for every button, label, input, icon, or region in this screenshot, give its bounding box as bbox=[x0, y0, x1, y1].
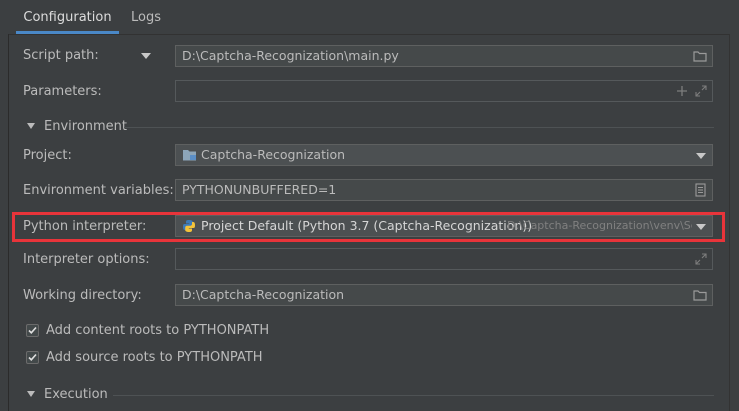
tab-logs[interactable]: Logs bbox=[126, 0, 166, 34]
tab-bar: Configuration Logs bbox=[0, 0, 739, 35]
checkmark-icon bbox=[28, 326, 37, 334]
tab-configuration[interactable]: Configuration bbox=[16, 0, 119, 34]
interpreter-options-field[interactable] bbox=[175, 248, 713, 270]
highlight-box bbox=[12, 212, 725, 242]
left-edge-panel bbox=[0, 34, 9, 411]
env-vars-label: Environment variables: bbox=[23, 183, 174, 198]
parameters-label: Parameters: bbox=[23, 84, 102, 99]
chevron-down-icon[interactable] bbox=[696, 153, 706, 159]
source-roots-label[interactable]: Add source roots to PYTHONPATH bbox=[46, 350, 263, 365]
execution-header-text: Execution bbox=[44, 387, 108, 402]
working-directory-value: D:\Captcha-Recognization bbox=[182, 287, 345, 302]
environment-section-header[interactable]: Environment bbox=[27, 119, 127, 134]
script-path-label: Script path: bbox=[23, 48, 99, 63]
working-directory-field[interactable]: D:\Captcha-Recognization bbox=[175, 284, 713, 306]
script-path-value: D:\Captcha-Recognization\main.py bbox=[182, 48, 399, 63]
env-vars-value: PYTHONUNBUFFERED=1 bbox=[182, 182, 337, 197]
folder-icon[interactable] bbox=[693, 49, 707, 63]
script-path-field[interactable]: D:\Captcha-Recognization\main.py bbox=[175, 45, 713, 67]
env-vars-field[interactable]: PYTHONUNBUFFERED=1 bbox=[175, 179, 713, 201]
execution-section-header[interactable]: Execution bbox=[27, 387, 108, 402]
document-icon[interactable] bbox=[693, 183, 707, 197]
scrollbar[interactable] bbox=[729, 34, 739, 411]
content-roots-checkbox[interactable] bbox=[26, 324, 39, 337]
chevron-down-icon bbox=[27, 391, 35, 397]
environment-header-text: Environment bbox=[44, 119, 128, 134]
script-type-dropdown-icon[interactable] bbox=[141, 53, 151, 59]
execution-separator bbox=[113, 395, 714, 396]
folder-icon[interactable] bbox=[693, 288, 707, 302]
expand-icon[interactable] bbox=[695, 253, 707, 265]
working-directory-label: Working directory: bbox=[23, 288, 142, 303]
plus-icon[interactable] bbox=[676, 85, 688, 97]
content-roots-label[interactable]: Add content roots to PYTHONPATH bbox=[46, 323, 269, 338]
project-label: Project: bbox=[23, 148, 72, 163]
chevron-down-icon bbox=[27, 123, 35, 129]
source-roots-checkbox[interactable] bbox=[26, 351, 39, 364]
expand-icon[interactable] bbox=[695, 85, 707, 97]
project-value: Captcha-Recognization bbox=[201, 147, 346, 162]
project-combo[interactable]: Captcha-Recognization bbox=[175, 144, 713, 166]
parameters-field[interactable] bbox=[175, 80, 713, 102]
checkmark-icon bbox=[28, 353, 37, 361]
interpreter-options-label: Interpreter options: bbox=[23, 252, 150, 267]
project-folder-icon bbox=[183, 150, 196, 161]
environment-separator bbox=[124, 127, 714, 128]
